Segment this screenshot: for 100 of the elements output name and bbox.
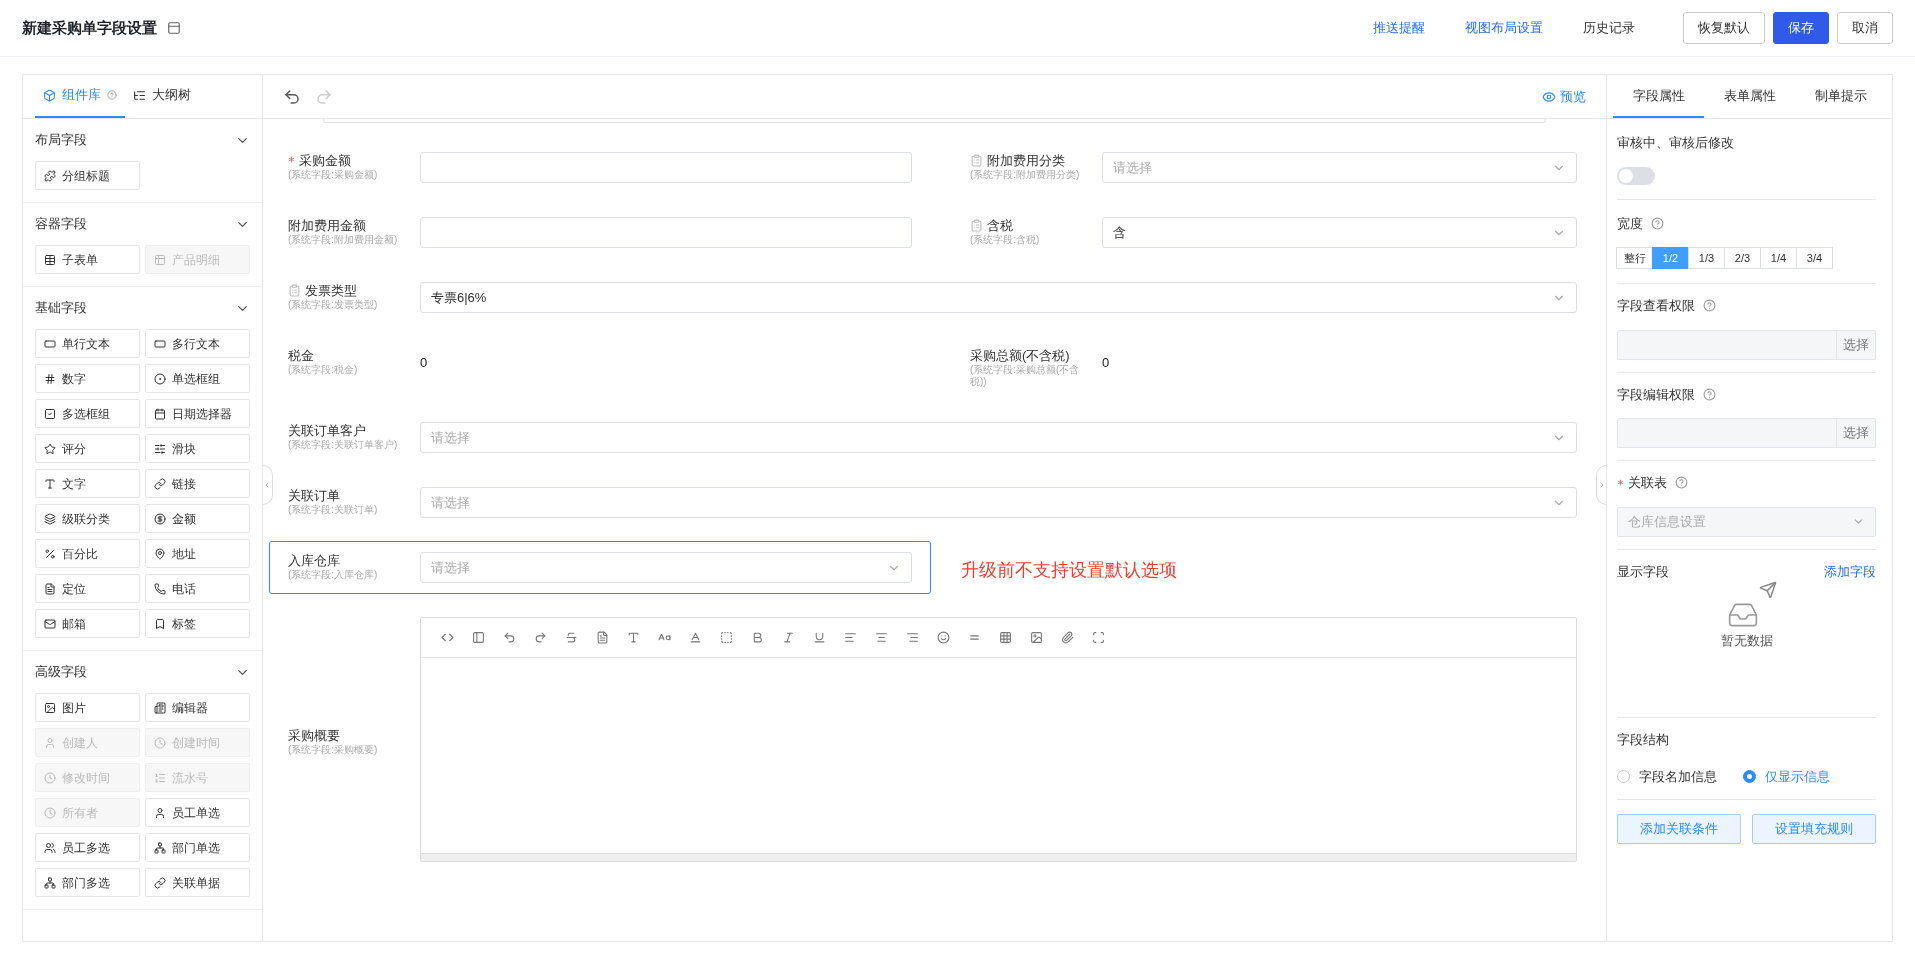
component-item[interactable]: 多选框组 (35, 399, 140, 428)
text-input[interactable] (420, 217, 912, 248)
component-item[interactable]: 地址 (145, 539, 250, 568)
header-button[interactable]: 取消 (1837, 12, 1893, 44)
panel-tab[interactable]: 组件库 (35, 75, 125, 118)
text-icon[interactable] (627, 631, 640, 644)
save-button[interactable]: 保存 (1773, 12, 1829, 44)
collapse-handle[interactable] (1596, 465, 1606, 505)
width-option[interactable]: 整行 (1616, 247, 1653, 269)
field-card[interactable]: 关联订单客户 (系统字段:关联订单客户) 请选择 (269, 411, 1596, 464)
component-item[interactable]: 单选框组 (145, 364, 250, 393)
field-card[interactable]: 附加费用分类 (系统字段:附加费用分类) 请选择 (951, 141, 1596, 194)
field-card[interactable]: 含税 (系统字段:含税) 含 (951, 206, 1596, 259)
component-item[interactable]: 金额 (145, 504, 250, 533)
field-note: (系统字段:发票类型) (288, 299, 379, 311)
italic-icon[interactable] (782, 631, 795, 644)
header-link[interactable]: 历史记录 (1583, 18, 1635, 38)
component-item[interactable]: 百分比 (35, 539, 140, 568)
bold-icon[interactable] (751, 631, 764, 644)
field-card[interactable]: 采购总额(不含税) (系统字段:采购总额(不含税)) 0 (951, 336, 1596, 399)
choose-button[interactable]: 选择 (1836, 419, 1875, 447)
component-item[interactable]: 定位 (35, 574, 140, 603)
section-label: 关联表 (1628, 474, 1667, 492)
component-item[interactable]: 部门多选 (35, 868, 140, 897)
component-item[interactable]: 图片 (35, 693, 140, 722)
component-item[interactable]: 日期选择器 (145, 399, 250, 428)
add-field-link[interactable]: 添加字段 (1824, 561, 1876, 581)
component-item[interactable]: 评分 (35, 434, 140, 463)
field-card[interactable]: 关联订单 (系统字段:关联订单) 请选择 (269, 476, 1596, 529)
document-icon[interactable] (596, 631, 609, 644)
group-title: 布局字段 (35, 131, 87, 150)
emoji-icon[interactable] (937, 631, 950, 644)
component-item[interactable]: 数字 (35, 364, 140, 393)
width-option[interactable]: 3/4 (1796, 247, 1833, 269)
component-item[interactable]: 级联分类 (35, 504, 140, 533)
field-card[interactable]: 发票类型 (系统字段:发票类型) 专票6|6% (269, 271, 1596, 324)
table-icon[interactable] (999, 631, 1012, 644)
component-item[interactable]: 子表单 (35, 245, 140, 274)
radio-option[interactable]: 字段名加信息 (1617, 767, 1717, 787)
permission-field[interactable]: 选择 (1617, 418, 1876, 448)
align-right-icon[interactable] (906, 631, 919, 644)
component-item[interactable]: 多行文本 (145, 329, 250, 358)
header-link[interactable]: 视图布局设置 (1465, 18, 1543, 38)
layout-icon[interactable] (167, 21, 181, 35)
component-item[interactable]: 单行文本 (35, 329, 140, 358)
component-item[interactable]: 员工单选 (145, 798, 250, 827)
field-card[interactable]: 采购金额 (系统字段:采购金额) (269, 141, 931, 194)
component-item[interactable]: 标签 (145, 609, 250, 638)
eye-icon[interactable] (1542, 89, 1556, 104)
field-card[interactable]: 附加费用金额 (系统字段:附加费用金额) (269, 206, 931, 259)
property-tab[interactable]: 字段属性 (1613, 75, 1704, 118)
component-item[interactable]: 编辑器 (145, 693, 250, 722)
component-item[interactable]: 文字 (35, 469, 140, 498)
permission-field[interactable]: 选择 (1617, 329, 1876, 360)
align-left-icon[interactable] (844, 631, 857, 644)
select-field[interactable]: 专票6|6% (420, 282, 1577, 313)
component-item[interactable]: 邮箱 (35, 609, 140, 638)
component-item[interactable]: 员工多选 (35, 833, 140, 862)
component-item[interactable]: 电话 (145, 574, 250, 603)
select-field[interactable]: 含 (1102, 217, 1577, 248)
component-item[interactable]: 部门单选 (145, 833, 250, 862)
undo-icon[interactable] (503, 631, 516, 644)
selected-field-card[interactable]: 入库仓库 (系统字段:入库仓库) 请选择 (269, 541, 931, 594)
width-option[interactable]: 1/4 (1760, 247, 1797, 269)
radio-option[interactable]: 仅显示信息 (1743, 767, 1830, 787)
help-icon[interactable] (1651, 216, 1664, 230)
toggle-switch[interactable] (1617, 166, 1655, 185)
field-card[interactable]: 采购概要 (系统字段:采购概要) (269, 606, 1596, 873)
code-icon[interactable] (441, 631, 454, 644)
align-center-icon[interactable] (875, 631, 888, 644)
component-item[interactable]: 滑块 (145, 434, 250, 463)
text-input[interactable] (420, 152, 912, 183)
help-icon[interactable] (1675, 476, 1688, 490)
font-color-icon[interactable] (689, 631, 702, 644)
undo-icon[interactable] (283, 87, 301, 106)
choose-button[interactable]: 选择 (1836, 330, 1875, 359)
fullscreen-icon[interactable] (1092, 631, 1105, 644)
strikethrough-icon[interactable] (565, 631, 578, 644)
header-link[interactable]: 推送提醒 (1373, 18, 1425, 38)
component-item[interactable]: 链接 (145, 469, 250, 498)
component-item[interactable]: 关联单据 (145, 868, 250, 897)
width-option[interactable]: 2/3 (1724, 247, 1761, 269)
redo-icon[interactable] (534, 631, 547, 644)
field-card[interactable]: 税金 (系统字段:税金) 0 (269, 336, 931, 387)
component-item[interactable]: 分组标题 (35, 161, 140, 190)
image-icon[interactable] (1030, 631, 1043, 644)
help-icon[interactable] (1703, 299, 1716, 313)
panel-tab[interactable]: 大纲树 (125, 75, 199, 118)
help-icon[interactable] (1703, 387, 1716, 401)
highlight-icon[interactable] (720, 631, 733, 644)
collapse-handle[interactable] (263, 465, 273, 505)
field-label: 采购总额(不含税) (970, 347, 1070, 364)
header-button[interactable]: 恢复默认 (1683, 12, 1765, 44)
underline-icon[interactable] (813, 631, 826, 644)
attachment-icon[interactable] (1061, 631, 1074, 644)
panel-icon[interactable] (472, 631, 485, 644)
property-tab[interactable]: 制单提示 (1795, 75, 1886, 118)
user-icon (44, 736, 56, 749)
property-tab[interactable]: 表单属性 (1704, 75, 1795, 118)
width-option[interactable]: 1/3 (1688, 247, 1725, 269)
